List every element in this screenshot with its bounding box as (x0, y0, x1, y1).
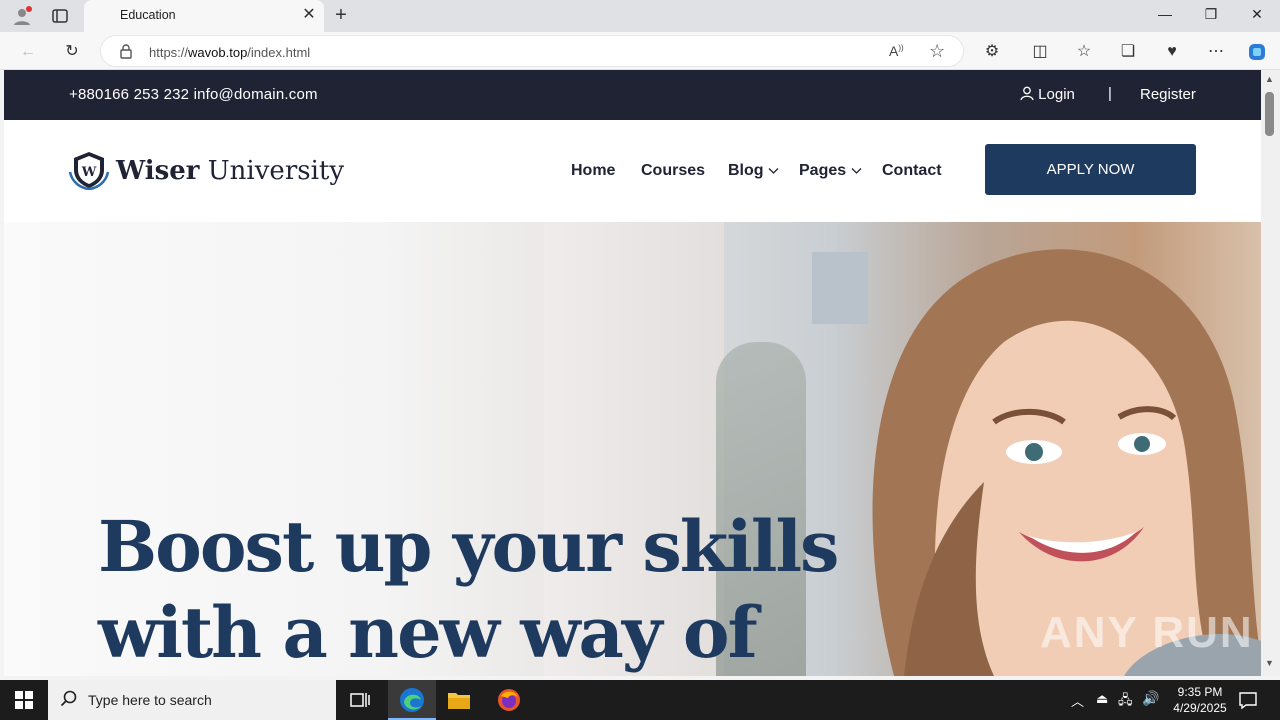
brand-name: Wiser University (116, 156, 345, 186)
scrollbar-thumb[interactable] (1265, 92, 1274, 136)
read-aloud-icon[interactable]: A)) (889, 43, 904, 59)
topbar-separator: | (1108, 85, 1112, 102)
page-scrollbar[interactable]: ▲ ▼ (1261, 70, 1280, 676)
browser-toolbar: ← ↻ https://wavob.top/index.html A)) ☆ ⚙… (0, 32, 1280, 70)
tray-usb-icon[interactable]: ⏏ (1096, 691, 1108, 707)
notification-icon[interactable] (1238, 690, 1258, 715)
hero-headline: Boost up your skills with a new way of (98, 505, 839, 674)
scroll-up-arrow-icon[interactable]: ▲ (1265, 74, 1274, 84)
back-icon[interactable]: ← (18, 42, 38, 62)
search-icon (60, 690, 78, 713)
close-tab-icon[interactable]: ✕ (300, 6, 318, 24)
minimize-icon[interactable]: — (1150, 6, 1180, 22)
copilot-icon[interactable] (1247, 42, 1267, 62)
chevron-down-icon (851, 168, 862, 174)
taskbar-search-box[interactable]: Type here to search (48, 680, 336, 720)
tab-title: Education (120, 8, 176, 22)
url-text[interactable]: https://wavob.top/index.html (149, 45, 310, 60)
firefox-icon[interactable] (497, 688, 521, 717)
extensions-icon[interactable]: ⚙ (982, 42, 1002, 62)
window-close-icon[interactable]: ✕ (1242, 6, 1272, 23)
favorite-star-icon[interactable]: ☆ (929, 41, 945, 62)
file-explorer-icon[interactable] (447, 690, 471, 715)
edge-taskbar-icon[interactable] (388, 680, 436, 720)
user-icon (1020, 86, 1034, 101)
new-tab-icon[interactable]: + (330, 4, 352, 27)
search-placeholder: Type here to search (88, 692, 212, 708)
tray-overflow-icon[interactable]: ︿ (1071, 691, 1084, 710)
network-icon[interactable]: 🖧 (1118, 691, 1133, 713)
chevron-down-icon (768, 168, 779, 174)
login-link[interactable]: Login (1020, 86, 1075, 103)
windows-start-icon[interactable] (15, 691, 33, 714)
nav-blog[interactable]: Blog (728, 162, 779, 180)
restore-icon[interactable]: ❐ (1196, 6, 1226, 23)
svg-text:W: W (81, 165, 97, 180)
apply-now-button[interactable]: APPLY NOW (985, 144, 1196, 195)
address-bar[interactable]: https://wavob.top/index.html A)) ☆ (100, 35, 964, 67)
anyrun-watermark: ANY RUN (1040, 608, 1254, 657)
volume-icon[interactable]: 🔊 (1142, 690, 1159, 707)
nav-pages[interactable]: Pages (799, 162, 862, 180)
scroll-down-arrow-icon[interactable]: ▼ (1265, 658, 1274, 668)
task-view-icon[interactable] (350, 691, 370, 714)
tab-actions-icon[interactable] (52, 8, 68, 24)
windows-taskbar: Type here to search ︿ ⏏ 🖧 🔊 9:35 PM 4/29… (0, 680, 1280, 720)
collections-icon[interactable]: ❏ (1118, 42, 1138, 62)
top-info-bar: +880166 253 232 info@domain.com Login | … (4, 70, 1261, 120)
profile-icon[interactable] (12, 6, 32, 26)
tab-education[interactable]: Education ✕ (84, 0, 324, 32)
register-link[interactable]: Register (1140, 86, 1196, 103)
browser-essentials-icon[interactable]: ♥ (1162, 42, 1182, 62)
shield-crest-icon: W (68, 152, 110, 190)
nav-courses[interactable]: Courses (641, 162, 705, 180)
main-navbar: W Wiser University Home Courses Blog Pag… (4, 120, 1261, 222)
contact-info: +880166 253 232 info@domain.com (69, 86, 318, 103)
nav-contact[interactable]: Contact (882, 162, 942, 180)
web-page: +880166 253 232 info@domain.com Login | … (4, 70, 1261, 676)
taskbar-clock[interactable]: 9:35 PM 4/29/2025 (1160, 684, 1240, 716)
browser-tab-strip: Education ✕ + — ❐ ✕ (0, 0, 1280, 32)
split-screen-icon[interactable]: ◫ (1030, 42, 1050, 62)
more-menu-icon[interactable]: ⋯ (1206, 42, 1226, 62)
favorites-icon[interactable]: ☆ (1074, 42, 1094, 62)
nav-home[interactable]: Home (571, 162, 615, 180)
refresh-icon[interactable]: ↻ (62, 42, 82, 62)
lock-icon[interactable] (119, 43, 133, 64)
